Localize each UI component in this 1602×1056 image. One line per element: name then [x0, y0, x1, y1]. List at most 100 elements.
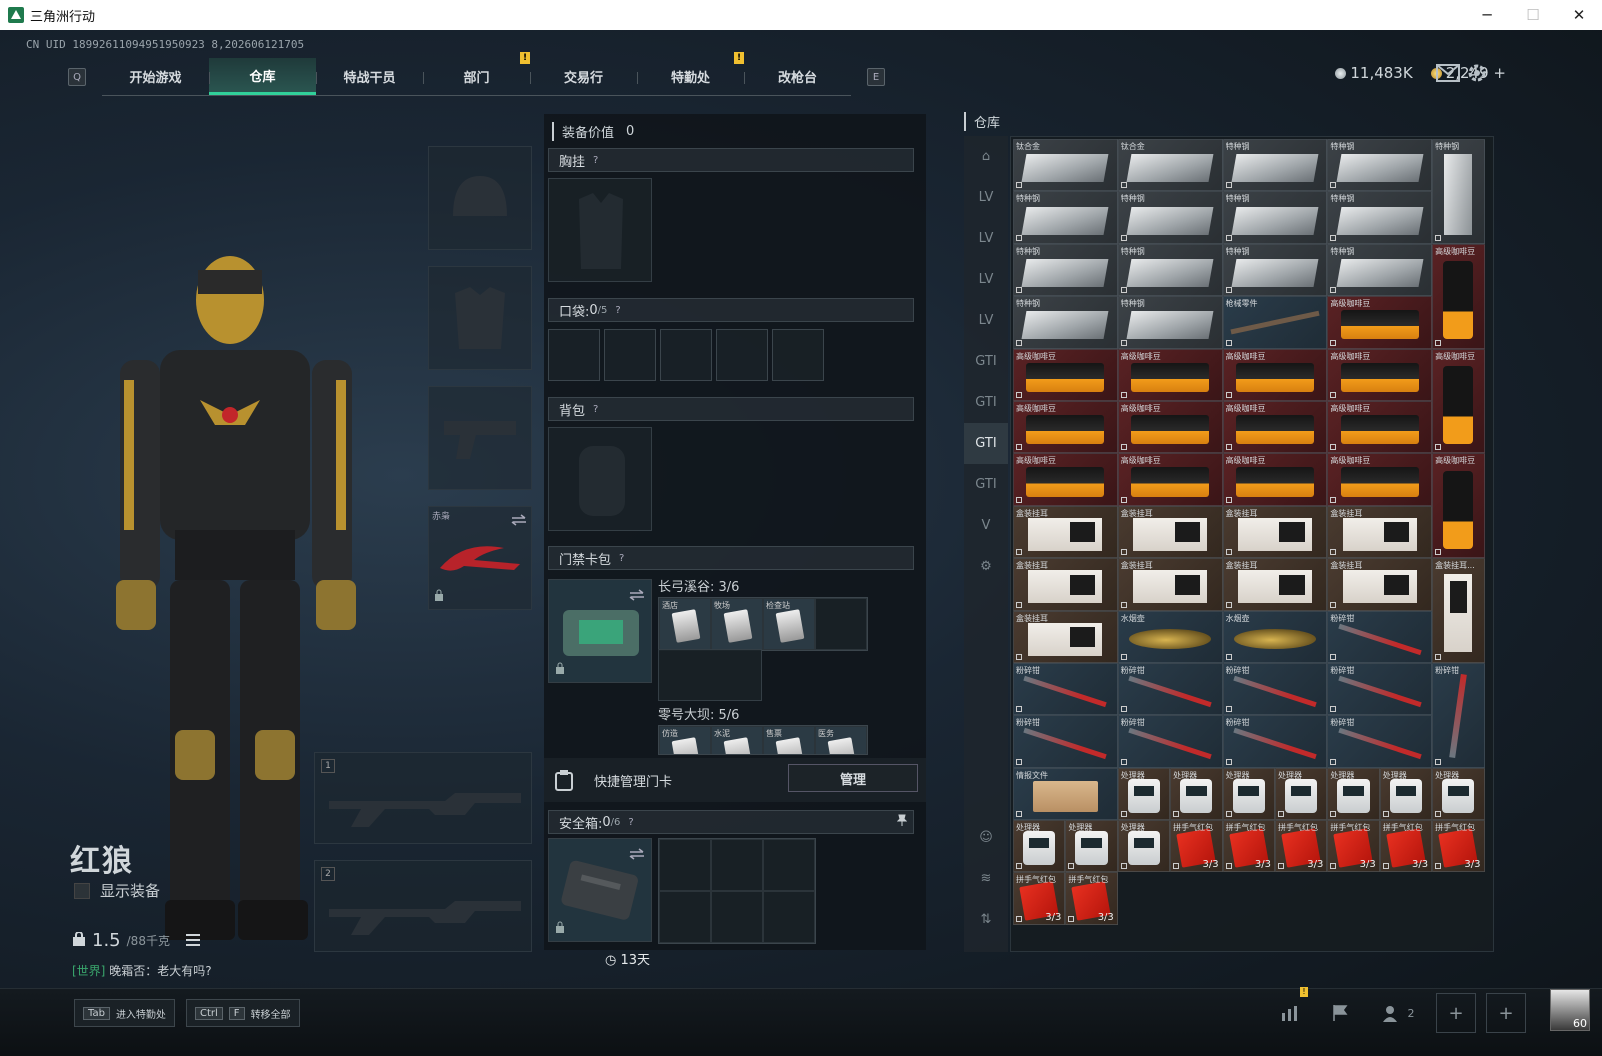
- safe-cell[interactable]: [711, 839, 763, 891]
- warehouse-item[interactable]: 处理器: [1065, 820, 1118, 873]
- backpack-slot[interactable]: [548, 427, 652, 531]
- warehouse-item[interactable]: 高级咖啡豆: [1327, 453, 1433, 506]
- warehouse-item[interactable]: 高级咖啡豆: [1013, 348, 1118, 401]
- warehouse-item[interactable]: 水烟壶: [1222, 610, 1328, 663]
- warehouse-item[interactable]: 高级咖啡豆: [1117, 453, 1223, 506]
- empty-card-cell[interactable]: [815, 598, 867, 650]
- list-icon[interactable]: [185, 930, 200, 951]
- warehouse-item[interactable]: 处理器: [1170, 767, 1223, 821]
- warehouse-item[interactable]: 拼手气红包 3/3: [1274, 820, 1328, 873]
- access-card[interactable]: 酒店: [659, 598, 711, 650]
- warehouse-item[interactable]: 水烟壶: [1117, 610, 1223, 663]
- warehouse-item[interactable]: 粉碎钳: [1222, 715, 1328, 768]
- warehouse-item[interactable]: 处理器: [1117, 767, 1171, 821]
- tab-5[interactable]: 特勤处!: [637, 52, 744, 95]
- warehouse-item[interactable]: 盒装挂耳: [1013, 505, 1118, 559]
- warehouse-item[interactable]: 处理器: [1379, 767, 1433, 821]
- warehouse-item[interactable]: 盒装挂耳...: [1432, 558, 1485, 663]
- safe-cell[interactable]: [659, 839, 711, 891]
- warehouse-item[interactable]: 粉碎钳: [1222, 662, 1328, 716]
- warehouse-item[interactable]: 拼手气红包 3/3: [1379, 820, 1433, 873]
- show-equipment-toggle[interactable]: 显示装备: [74, 880, 160, 901]
- stats-icon[interactable]: !: [1270, 987, 1310, 1033]
- sidearm-slot[interactable]: [428, 386, 532, 490]
- access-card[interactable]: 医务: [815, 726, 867, 754]
- warehouse-item[interactable]: 特种钢: [1327, 139, 1433, 192]
- manage-cards-button[interactable]: 管理: [788, 764, 918, 792]
- nav-next-key[interactable]: E: [867, 68, 885, 86]
- invite-slot-button[interactable]: +: [1486, 993, 1526, 1033]
- warehouse-item[interactable]: 特种钢: [1222, 139, 1328, 192]
- warehouse-item[interactable]: 特种钢: [1327, 191, 1433, 244]
- lv-icon[interactable]: LV: [964, 177, 1008, 218]
- enter-special-ops-button[interactable]: Tab 进入特勤处: [74, 999, 175, 1027]
- warehouse-item[interactable]: 高级咖啡豆: [1327, 348, 1433, 401]
- transfer-all-button[interactable]: Ctrl F 转移全部: [186, 999, 300, 1027]
- warehouse-item[interactable]: 粉碎钳: [1117, 662, 1223, 716]
- helmet-slot[interactable]: [428, 146, 532, 250]
- pocket-slot[interactable]: [604, 329, 656, 381]
- access-card[interactable]: 仿造: [659, 726, 711, 754]
- warehouse-item[interactable]: 盒装挂耳: [1117, 558, 1223, 611]
- warehouse-item[interactable]: 高级咖啡豆: [1432, 348, 1485, 454]
- invite-slot-button[interactable]: +: [1436, 993, 1476, 1033]
- pocket-slot[interactable]: [716, 329, 768, 381]
- warehouse-item[interactable]: 钛合金: [1013, 139, 1118, 192]
- warehouse-item[interactable]: 特种钢: [1222, 191, 1328, 244]
- warehouse-item[interactable]: 盒装挂耳: [1222, 558, 1328, 611]
- primary-weapon-slot-2[interactable]: 2: [314, 860, 532, 952]
- warehouse-item[interactable]: 钛合金: [1117, 139, 1223, 192]
- safe-cell[interactable]: [763, 839, 815, 891]
- melee-slot[interactable]: 赤枭: [428, 506, 532, 610]
- safe-cell[interactable]: [659, 891, 711, 943]
- swap-icon[interactable]: [629, 586, 645, 605]
- pocket-slot[interactable]: [548, 329, 600, 381]
- gti-icon[interactable]: GTI: [964, 341, 1008, 382]
- warehouse-item[interactable]: 粉碎钳: [1013, 715, 1118, 768]
- warehouse-item[interactable]: 粉碎钳: [1432, 662, 1485, 768]
- mail-icon[interactable]: [1436, 64, 1460, 87]
- warehouse-item[interactable]: 高级咖啡豆: [1013, 400, 1118, 454]
- card-case-slot[interactable]: [548, 579, 652, 683]
- close-button[interactable]: ✕: [1556, 0, 1602, 30]
- warehouse-item[interactable]: 拼手气红包 3/3: [1432, 820, 1485, 873]
- lv-icon[interactable]: LV: [964, 218, 1008, 259]
- warehouse-item[interactable]: 高级咖啡豆: [1013, 453, 1118, 506]
- layers-icon[interactable]: ≋: [964, 858, 1008, 899]
- maximize-button[interactable]: ☐: [1510, 0, 1556, 30]
- safe-box-slot[interactable]: ◷ 13天: [548, 838, 652, 968]
- tab-6[interactable]: 改枪台: [744, 58, 851, 95]
- warehouse-item[interactable]: 粉碎钳: [1327, 715, 1433, 768]
- warehouse-item[interactable]: 高级咖啡豆: [1432, 453, 1485, 559]
- warehouse-item[interactable]: 处理器: [1274, 767, 1328, 821]
- warehouse-item[interactable]: 拼手气红包 3/3: [1222, 820, 1275, 873]
- help-icon[interactable]: ?: [593, 155, 598, 166]
- warehouse-item[interactable]: 特种钢: [1222, 243, 1328, 297]
- warehouse-item[interactable]: 高级咖啡豆: [1222, 400, 1328, 454]
- warehouse-item[interactable]: 拼手气红包 3/3: [1170, 820, 1223, 873]
- checkbox-icon[interactable]: [74, 882, 90, 899]
- warehouse-item[interactable]: 高级咖啡豆: [1432, 243, 1485, 349]
- warehouse-item[interactable]: 高级咖啡豆: [1327, 400, 1433, 454]
- help-icon[interactable]: ?: [628, 817, 633, 828]
- warehouse-item[interactable]: 枪械零件: [1222, 296, 1328, 349]
- operator-icon[interactable]: ☺: [964, 817, 1008, 858]
- warehouse-item[interactable]: 粉碎钳: [1327, 662, 1433, 716]
- warehouse-item[interactable]: 特种钢: [1013, 243, 1118, 297]
- warehouse-item[interactable]: 处理器: [1432, 767, 1485, 821]
- v-icon[interactable]: V: [964, 505, 1008, 546]
- warehouse-item[interactable]: 处理器: [1117, 820, 1171, 873]
- warehouse-item[interactable]: 盒装挂耳: [1117, 505, 1223, 559]
- tab-4[interactable]: 交易行: [530, 58, 637, 95]
- chest-rig-slot[interactable]: [548, 178, 652, 282]
- warehouse-item[interactable]: 特种钢: [1117, 191, 1223, 244]
- warehouse-item[interactable]: 特种钢: [1432, 139, 1485, 244]
- access-card[interactable]: 水泥: [711, 726, 763, 754]
- warehouse-item[interactable]: 处理器: [1222, 767, 1275, 821]
- tab-2[interactable]: 特战干员: [316, 58, 423, 95]
- warehouse-item[interactable]: 特种钢: [1013, 296, 1118, 349]
- help-icon[interactable]: ?: [615, 305, 620, 316]
- gear-icon[interactable]: [1466, 62, 1488, 89]
- warehouse-item[interactable]: 盒装挂耳: [1327, 505, 1433, 559]
- primary-weapon-slot-1[interactable]: 1: [314, 752, 532, 844]
